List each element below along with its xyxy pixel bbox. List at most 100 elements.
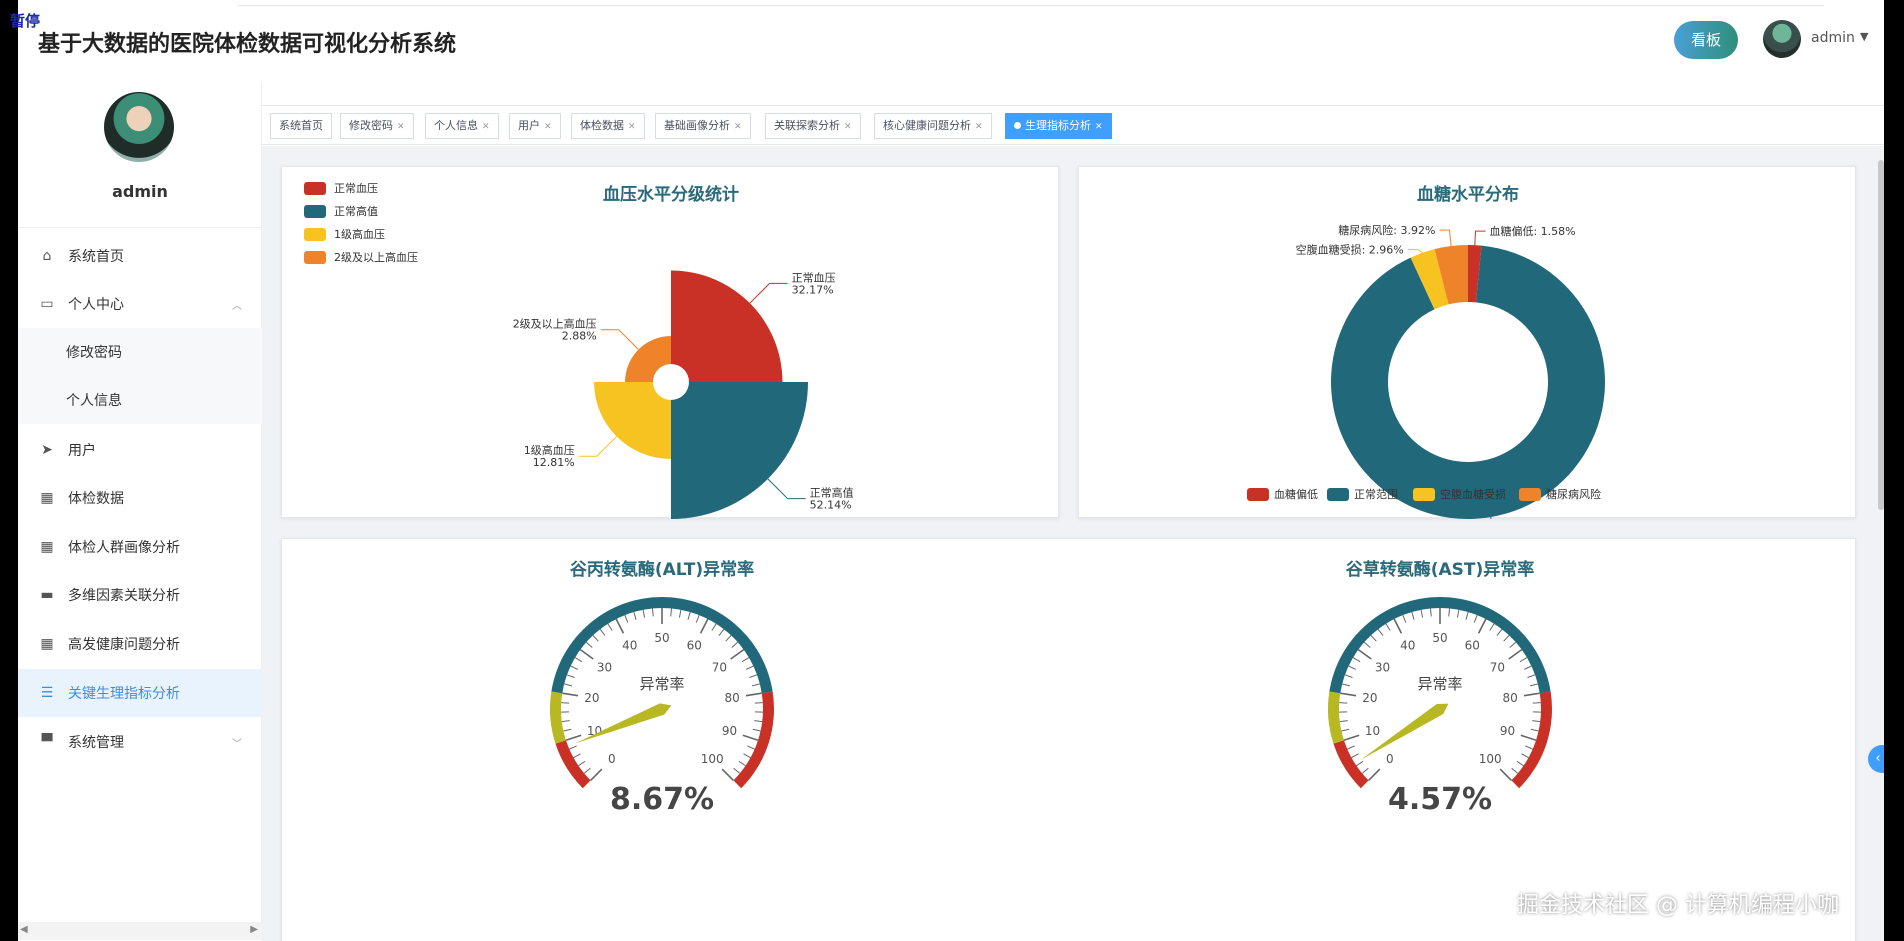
- sidebar-item-label: 多维因素关联分析: [68, 588, 180, 604]
- gauge-tick: [1511, 767, 1519, 774]
- close-icon[interactable]: ✕: [734, 122, 742, 132]
- grid-icon: ▦: [40, 490, 54, 506]
- gauge-tick: [1343, 734, 1360, 741]
- scroll-left-icon[interactable]: ◀: [20, 924, 28, 935]
- gauge-tick: [579, 648, 594, 660]
- gauge-tick: [670, 608, 673, 617]
- gauge-tick-label: 50: [654, 631, 669, 645]
- gauge-tick: [1429, 608, 1432, 617]
- close-icon[interactable]: ✕: [482, 122, 490, 132]
- gauge-tick: [1525, 745, 1533, 750]
- sidebar-item-system[interactable]: ▀ 系统管理 ﹀: [18, 718, 262, 766]
- sidebar-item-physiological[interactable]: ☰ 关键生理指标分析: [18, 669, 262, 717]
- gauge-tick: [651, 608, 654, 617]
- app-title: 基于大数据的医院体检数据可视化分析系统: [38, 32, 457, 57]
- glucose-donut-chart: 血糖水平分布 血糖偏低: 1.58%正常范围: 91.54%空腹血糖受损: 2.…: [1247, 184, 1605, 538]
- gauge-tick: [678, 609, 682, 618]
- gauge-tick: [1363, 641, 1371, 648]
- gauge-tick: [585, 641, 593, 648]
- sidebar-item-correlation[interactable]: ▬ 多维因素关联分析: [18, 571, 262, 619]
- sidebar-item-home[interactable]: ⌂ 系统首页: [18, 232, 262, 280]
- gauge-tick: [564, 683, 573, 687]
- gauge-tick: [1357, 648, 1372, 660]
- gauge-tick-label: 70: [712, 660, 727, 674]
- gauge-tick: [642, 609, 646, 618]
- sidebar-item-population-profile[interactable]: ▦ 体检人群画像分析: [18, 523, 262, 571]
- tab-personal-info[interactable]: 个人信息 ✕: [425, 113, 499, 139]
- gauge-tick: [1420, 609, 1424, 618]
- tab-exam-data[interactable]: 体检数据 ✕: [571, 113, 645, 139]
- gauge-tick-label: 100: [701, 752, 724, 766]
- sidebar-item-personal-center[interactable]: ▭ 个人中心 ︿: [18, 280, 262, 328]
- scroll-right-icon[interactable]: ▶: [250, 924, 258, 935]
- gauge-tick: [1523, 665, 1532, 670]
- gauge-tick: [738, 760, 746, 767]
- gauge-tick: [1352, 657, 1361, 663]
- close-icon[interactable]: ✕: [628, 122, 636, 132]
- gauge-tick: [742, 734, 759, 741]
- sidebar-item-label: 修改密码: [66, 345, 122, 361]
- sidebar-item-health-problems[interactable]: ▦ 高发健康问题分析: [18, 620, 262, 668]
- top-header: 基于大数据的医院体检数据可视化分析系统 看板 admin ▼: [18, 0, 1884, 82]
- sector-value-label: 52.14%: [810, 499, 852, 512]
- grid-icon: ▦: [40, 539, 54, 555]
- sidebar: admin ⌂ 系统首页 ▭ 个人中心 ︿ 修改密码 个人信息 ➤ 用户 ▦ 体…: [18, 82, 262, 941]
- gauge-tick-label: 80: [724, 691, 739, 705]
- sector-label: 空腹血糖受损: 2.96%: [1296, 243, 1404, 257]
- sector-value-label: 32.17%: [792, 283, 834, 296]
- glucose-chart-card: 血糖水平分布 血糖偏低: 1.58%正常范围: 91.54%空腹血糖受损: 2.…: [1078, 166, 1856, 538]
- gauge-tick: [1339, 720, 1348, 723]
- sidebar-item-exam-data[interactable]: ▦ 体检数据: [18, 474, 262, 522]
- gauge-tick-label: 60: [687, 639, 702, 653]
- tab-change-password[interactable]: 修改密码 ✕: [340, 113, 414, 139]
- tab-physiological[interactable]: 生理指标分析 ✕: [1005, 113, 1112, 139]
- gauge-tick-label: 90: [1500, 724, 1515, 738]
- tab-home[interactable]: 系统首页: [270, 113, 332, 139]
- sector-label: 血糖偏低: 1.58%: [1489, 224, 1575, 238]
- tab-label: 用户: [518, 119, 540, 132]
- close-icon[interactable]: ✕: [975, 122, 983, 132]
- gauge-tick-label: 100: [1479, 752, 1502, 766]
- gauge-tick: [561, 702, 570, 704]
- sidebar-item-change-password[interactable]: 修改密码: [18, 328, 262, 376]
- sidebar-item-personal-info[interactable]: 个人信息: [18, 376, 262, 424]
- tab-correlation[interactable]: 关联探索分析 ✕: [765, 113, 861, 139]
- gauge-tick: [563, 728, 572, 732]
- gauge-tick: [1529, 683, 1538, 687]
- close-icon[interactable]: ✕: [397, 122, 405, 132]
- legend-label: 糖尿病风险: [1546, 487, 1601, 501]
- tab-users[interactable]: 用户 ✕: [509, 113, 561, 139]
- board-button[interactable]: 看板: [1674, 21, 1738, 59]
- legend-label: 正常高值: [334, 204, 378, 218]
- close-icon[interactable]: ✕: [844, 122, 852, 132]
- leader-line: [1490, 517, 1504, 532]
- gauge-tick: [1342, 683, 1351, 687]
- tab-basic-profile[interactable]: 基础画像分析 ✕: [655, 113, 751, 139]
- sidebar-item-users[interactable]: ➤ 用户: [18, 426, 262, 474]
- gauge-tick: [607, 623, 613, 631]
- header-avatar[interactable]: [1763, 20, 1801, 58]
- gauge-tick: [573, 753, 581, 759]
- user-dropdown-caret-icon[interactable]: ▼: [1860, 30, 1868, 43]
- tab-core-health[interactable]: 核心健康问题分析 ✕: [874, 113, 992, 139]
- gauge-tick: [1344, 674, 1353, 678]
- sidebar-item-label: 体检人群画像分析: [68, 540, 180, 556]
- gauge-tick-label: 30: [597, 660, 612, 674]
- left-black-bar: [0, 0, 18, 941]
- header-username[interactable]: admin: [1811, 30, 1855, 46]
- gauge-tick: [1465, 611, 1469, 620]
- sidebar-horizontal-scrollbar[interactable]: ◀ ▶: [18, 922, 262, 940]
- close-icon[interactable]: ✕: [544, 122, 552, 132]
- gauge-tick: [687, 611, 691, 620]
- leader-line: [1439, 229, 1452, 247]
- close-icon[interactable]: ✕: [1095, 122, 1103, 132]
- gauge-tick: [721, 768, 734, 781]
- gauge-tick: [566, 674, 575, 678]
- legend-swatch: [1247, 488, 1269, 501]
- gauge-tick: [562, 692, 579, 697]
- gauge-band: [1328, 691, 1344, 744]
- tab-label: 系统首页: [279, 119, 323, 132]
- tab-label: 生理指标分析: [1025, 119, 1091, 132]
- sector-value-label: 12.81%: [533, 456, 575, 469]
- gauge-tick: [699, 618, 709, 634]
